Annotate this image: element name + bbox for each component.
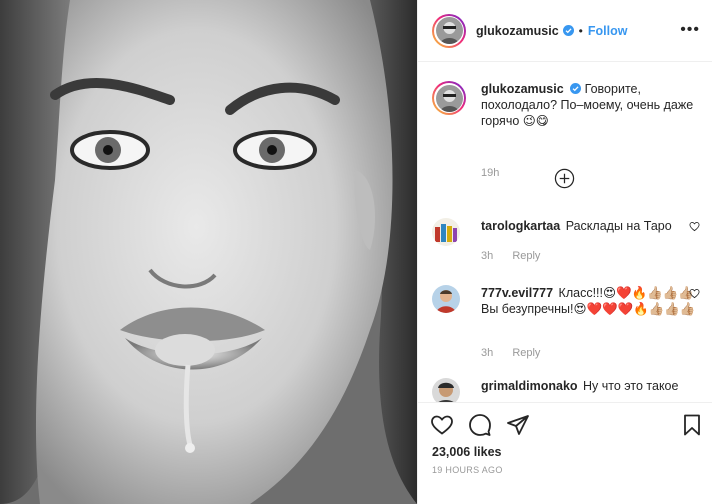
comment-bubble-icon[interactable] bbox=[468, 413, 492, 437]
commenter-avatar[interactable] bbox=[432, 218, 460, 246]
author-username[interactable]: glukozamusic bbox=[476, 24, 559, 38]
caption-username[interactable]: glukozamusic bbox=[481, 82, 564, 96]
comment-username[interactable]: 777v.evil777 bbox=[481, 286, 553, 300]
caption-timestamp[interactable]: 19h bbox=[481, 167, 499, 179]
post-actions: 23,006 likes 19 HOURS AGO bbox=[418, 402, 712, 504]
post-header: glukozamusic • Follow ••• bbox=[418, 0, 712, 62]
author-avatar[interactable] bbox=[432, 13, 466, 48]
post-side-panel: glukozamusic • Follow ••• glukozamusic Го… bbox=[417, 0, 712, 504]
comment-text-block: tarologkartaa Расклады на Таро bbox=[481, 218, 696, 234]
reply-button[interactable]: Reply bbox=[512, 250, 540, 262]
likes-count[interactable]: 23,006 likes bbox=[432, 445, 502, 459]
caption-avatar[interactable] bbox=[432, 81, 466, 115]
reply-button[interactable]: Reply bbox=[512, 347, 540, 359]
comment-username[interactable]: tarologkartaa bbox=[481, 219, 560, 233]
portrait-image bbox=[0, 0, 417, 504]
caption-text-block: glukozamusic Говорите, похолодало? По–мое… bbox=[481, 81, 701, 129]
follow-button[interactable]: Follow bbox=[588, 24, 628, 38]
verified-badge-icon bbox=[569, 83, 581, 94]
comment-text: Ну что это такое bbox=[583, 379, 679, 393]
verified-badge-icon bbox=[562, 25, 574, 36]
comment-timestamp[interactable]: 3h bbox=[481, 347, 493, 359]
heart-outline-icon[interactable] bbox=[430, 413, 454, 437]
comment-text: Расклады на Таро bbox=[565, 219, 672, 233]
comment-meta: 3h Reply bbox=[481, 250, 556, 262]
paper-plane-icon[interactable] bbox=[506, 413, 530, 437]
comment-meta: 3h Reply bbox=[481, 347, 556, 359]
heart-outline-icon[interactable] bbox=[689, 288, 700, 299]
comment-username[interactable]: grimaldimonako bbox=[481, 379, 578, 393]
plus-circle-icon[interactable] bbox=[554, 168, 575, 189]
comment-text-block: grimaldimonako Ну что это такое bbox=[481, 378, 696, 394]
commenter-avatar[interactable] bbox=[432, 285, 460, 313]
comments-list[interactable]: glukozamusic Говорите, похолодало? По–мое… bbox=[418, 62, 712, 402]
commenter-avatar[interactable] bbox=[432, 378, 460, 402]
bookmark-icon[interactable] bbox=[680, 413, 704, 437]
post-timestamp[interactable]: 19 HOURS AGO bbox=[432, 465, 503, 475]
more-icon[interactable]: ••• bbox=[680, 22, 700, 38]
comment-timestamp[interactable]: 3h bbox=[481, 250, 493, 262]
heart-outline-icon[interactable] bbox=[689, 221, 700, 232]
comment-text-block: 777v.evil777 Класс!!!😍❤️🔥👍🏼👍🏼👍🏼 Вы безуп… bbox=[481, 285, 696, 317]
post-photo[interactable] bbox=[0, 0, 417, 504]
separator-dot: • bbox=[578, 23, 583, 38]
